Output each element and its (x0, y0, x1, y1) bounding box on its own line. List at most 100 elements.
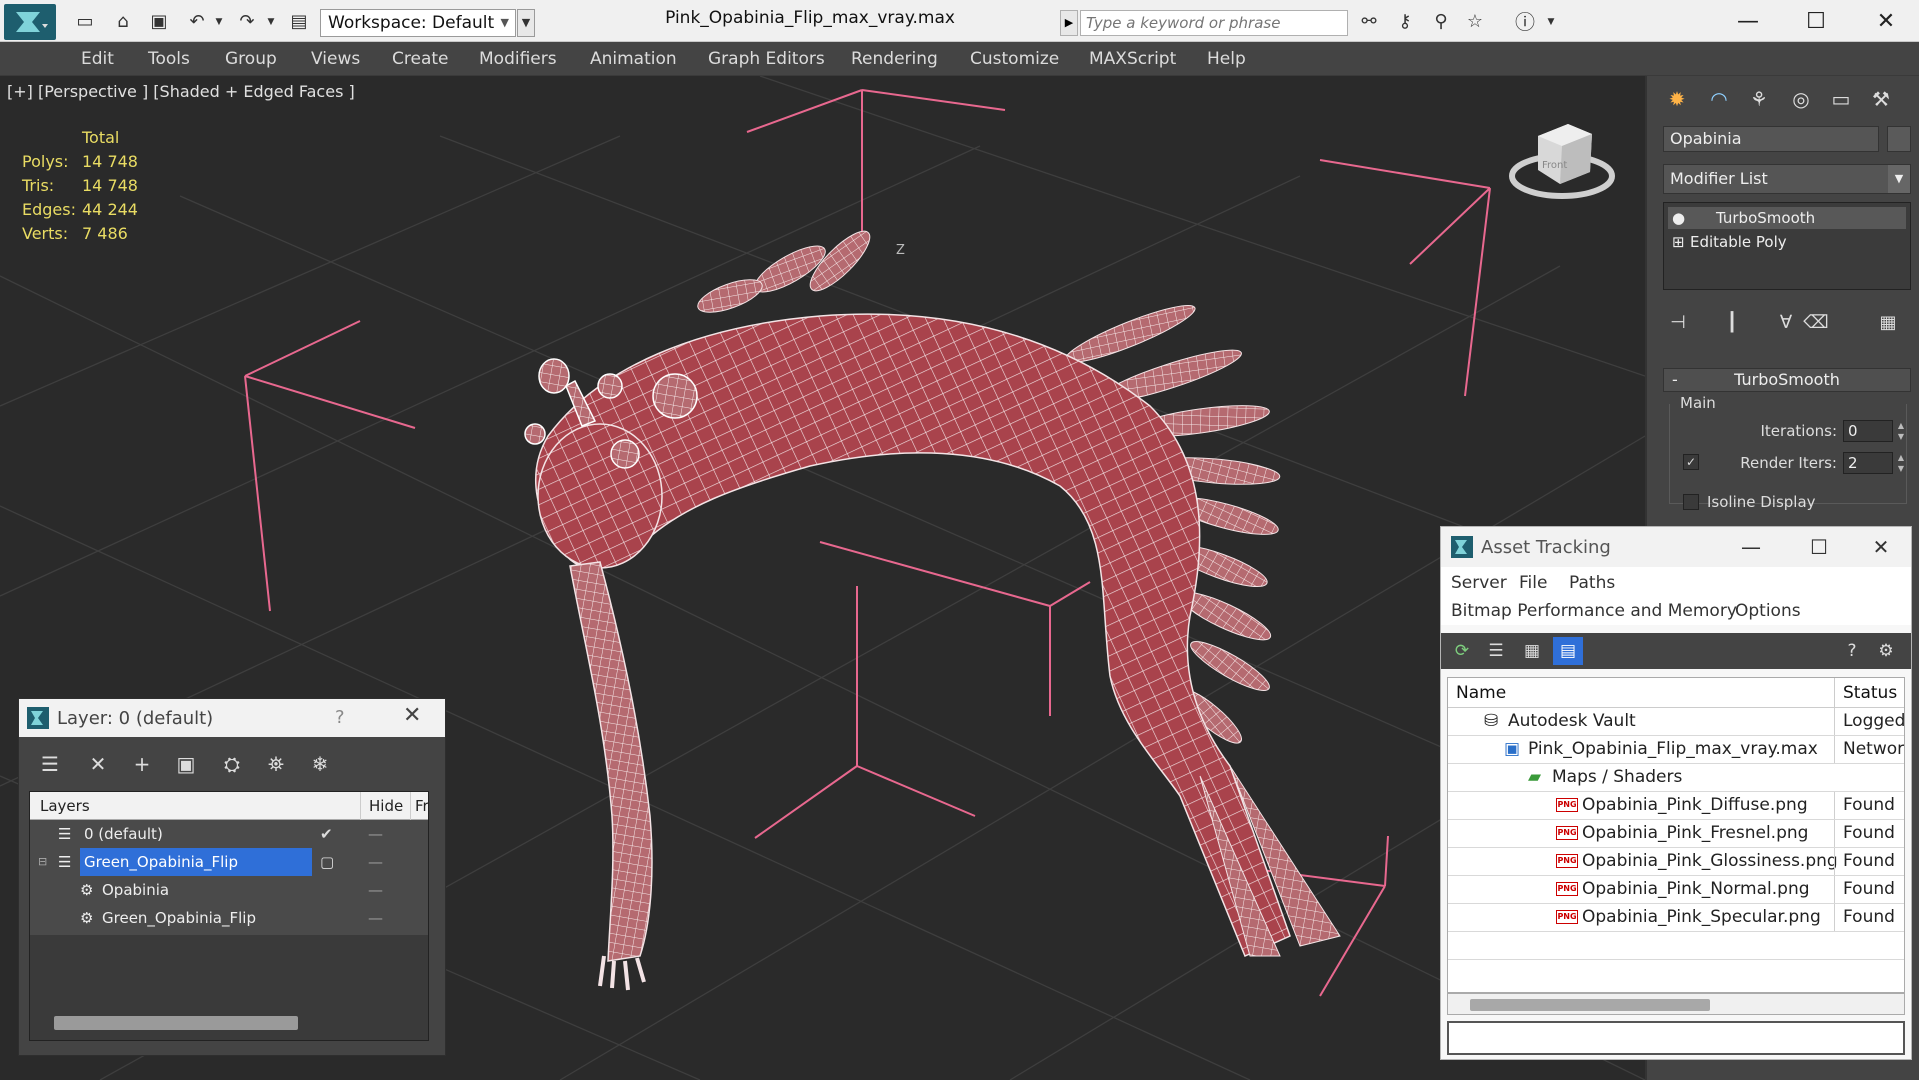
menu-modifiers[interactable]: Modifiers (479, 42, 557, 76)
modify-tab-icon[interactable]: ◠ (1701, 82, 1737, 116)
col-hide[interactable]: Hide (360, 792, 403, 820)
workspace-dropdown[interactable]: Workspace: Default ▼ (320, 9, 516, 37)
viewport-label[interactable]: [+] [Perspective ] [Shaded + Edged Faces… (7, 82, 355, 101)
asset-row[interactable]: PNG Opabinia_Pink_Glossiness.png Found (1448, 848, 1904, 876)
save-icon[interactable]: ▣ (146, 10, 172, 34)
maximize-button[interactable]: ☐ (1788, 6, 1844, 38)
asset-path-field[interactable] (1447, 1021, 1905, 1055)
opabinia-mesh[interactable] (524, 224, 1341, 991)
help-icon[interactable]: ⓘ (1512, 10, 1538, 34)
set-current-icon[interactable]: ▢ (320, 848, 334, 876)
asset-row[interactable]: ▰ Maps / Shaders (1448, 764, 1904, 792)
render-iters-checkbox[interactable]: ✓ (1683, 454, 1699, 470)
menu-options[interactable]: Options (1735, 601, 1801, 621)
menu-maxscript[interactable]: MAXScript (1089, 42, 1176, 76)
create-tab-icon[interactable]: ✹ (1659, 82, 1695, 116)
asset-row[interactable]: PNG Opabinia_Pink_Diffuse.png Found (1448, 792, 1904, 820)
menu-group[interactable]: Group (225, 42, 277, 76)
asset-row[interactable]: PNG Opabinia_Pink_Normal.png Found (1448, 876, 1904, 904)
horizontal-scrollbar[interactable] (1447, 993, 1905, 1015)
menu-edit[interactable]: Edit (81, 42, 114, 76)
hide-toggle[interactable]: — (368, 904, 383, 932)
menu-animation[interactable]: Animation (590, 42, 677, 76)
expand-plus-icon[interactable]: ⊞ (1668, 231, 1686, 253)
highlight-layer-icon[interactable]: ⛭ (215, 749, 249, 779)
search-expand-icon[interactable]: ▶ (1060, 10, 1078, 36)
help-button[interactable]: ? (335, 707, 345, 728)
menu-paths[interactable]: Paths (1569, 573, 1615, 593)
asset-dialog-titlebar[interactable]: Asset Tracking — ☐ ✕ (1441, 527, 1911, 567)
col-freeze[interactable]: Fr (410, 792, 428, 820)
freeze-all-icon[interactable]: ❄ (303, 749, 337, 779)
help-dropdown-icon[interactable]: ▼ (1538, 10, 1564, 34)
object-name-field[interactable]: Opabinia (1663, 126, 1879, 152)
spinner-arrows-icon[interactable]: ▲ ▼ (1895, 420, 1907, 442)
asset-row[interactable]: PNG Opabinia_Pink_Fresnel.png Found (1448, 820, 1904, 848)
undo-dropdown-icon[interactable]: ▼ (206, 10, 232, 34)
configure-sets-icon[interactable]: ▦ (1873, 308, 1903, 338)
make-unique-icon[interactable]: ∀ (1771, 308, 1801, 338)
layer-row[interactable]: ⊟ ☰ Green_Opabinia_Flip ▢ — (30, 848, 428, 876)
signin-icon[interactable]: ⚲ (1428, 10, 1454, 34)
col-status[interactable]: Status (1834, 678, 1904, 708)
stack-item-turbosmooth[interactable]: ● TurboSmooth (1668, 207, 1906, 229)
favorites-star-icon[interactable]: ☆ (1462, 10, 1488, 34)
help-icon[interactable]: ? (1837, 637, 1867, 665)
hide-toggle[interactable]: — (368, 848, 383, 876)
table-view-icon[interactable]: ▤ (1553, 637, 1583, 665)
remove-modifier-icon[interactable]: ⌫ (1801, 308, 1831, 338)
select-objects-icon[interactable]: ▣ (169, 749, 203, 779)
hide-toggle[interactable]: — (368, 820, 383, 848)
app-logo-icon[interactable] (4, 4, 56, 40)
new-file-icon[interactable]: ▭ (72, 10, 98, 34)
workspace-menu-button[interactable]: ▼ (517, 9, 535, 37)
close-button[interactable]: ✕ (403, 703, 421, 728)
close-button[interactable]: ✕ (1858, 6, 1914, 38)
key-icon[interactable]: ⚷ (1392, 10, 1418, 34)
menu-tools[interactable]: Tools (148, 42, 190, 76)
object-color-swatch[interactable] (1887, 126, 1911, 152)
open-file-icon[interactable]: ⌂ (110, 10, 136, 34)
horizontal-scrollbar[interactable] (54, 1016, 298, 1030)
menu-server[interactable]: Server (1451, 573, 1507, 593)
hierarchy-tab-icon[interactable]: ⚘ (1741, 82, 1777, 116)
menu-customize[interactable]: Customize (970, 42, 1059, 76)
close-button[interactable]: ✕ (1857, 531, 1905, 563)
menu-views[interactable]: Views (311, 42, 360, 76)
redo-icon[interactable]: ↷ (234, 10, 260, 34)
render-iters-spinner[interactable]: 2 (1843, 452, 1893, 474)
viewcube[interactable]: Front (1509, 124, 1615, 199)
col-layers[interactable]: Layers (40, 792, 90, 820)
settings-icon[interactable]: ⚙ (1871, 637, 1901, 665)
delete-layer-icon[interactable]: ✕ (81, 749, 115, 779)
hide-all-icon[interactable]: ⛯ (259, 749, 293, 779)
utilities-tab-icon[interactable]: ⚒ (1863, 82, 1899, 116)
minimize-button[interactable]: — (1720, 6, 1776, 38)
display-tab-icon[interactable]: ▭ (1823, 82, 1859, 116)
layer-row[interactable]: ☰ 0 (default) ✔ — (30, 820, 428, 848)
menu-file[interactable]: File (1519, 573, 1547, 593)
asset-row[interactable]: ⛁ Autodesk Vault Logged O (1448, 708, 1904, 736)
add-layer-icon[interactable]: + (125, 749, 159, 779)
lightbulb-icon[interactable]: ● (1668, 207, 1686, 229)
pin-stack-icon[interactable]: ⊣ (1663, 308, 1693, 338)
stack-item-editable-poly[interactable]: ⊞ Editable Poly (1668, 231, 1906, 253)
asset-row[interactable]: PNG Opabinia_Pink_Specular.png Found (1448, 904, 1904, 932)
menu-rendering[interactable]: Rendering (851, 42, 938, 76)
layer-dialog-titlebar[interactable]: Layer: 0 (default) ? ✕ (19, 699, 445, 737)
hide-toggle[interactable]: — (368, 876, 383, 904)
maximize-button[interactable]: ☐ (1795, 531, 1843, 563)
project-folder-icon[interactable]: ▤ (286, 10, 312, 34)
menu-create[interactable]: Create (392, 42, 449, 76)
menu-bitmap-performance[interactable]: Bitmap Performance and Memory (1451, 601, 1737, 621)
show-end-result-icon[interactable]: ┃ (1717, 308, 1747, 338)
menu-graph-editors[interactable]: Graph Editors (708, 42, 825, 76)
layer-row[interactable]: ⚙ Green_Opabinia_Flip — (30, 904, 428, 932)
search-input[interactable] (1080, 10, 1348, 36)
iterations-spinner[interactable]: 0 (1843, 420, 1893, 442)
turbosmooth-rollout-header[interactable]: - TurboSmooth (1663, 368, 1911, 392)
collapse-icon[interactable]: ⊟ (38, 848, 47, 876)
binoculars-icon[interactable]: ⚯ (1356, 10, 1382, 34)
scrollbar-thumb[interactable] (1470, 999, 1710, 1011)
motion-tab-icon[interactable]: ◎ (1783, 82, 1819, 116)
